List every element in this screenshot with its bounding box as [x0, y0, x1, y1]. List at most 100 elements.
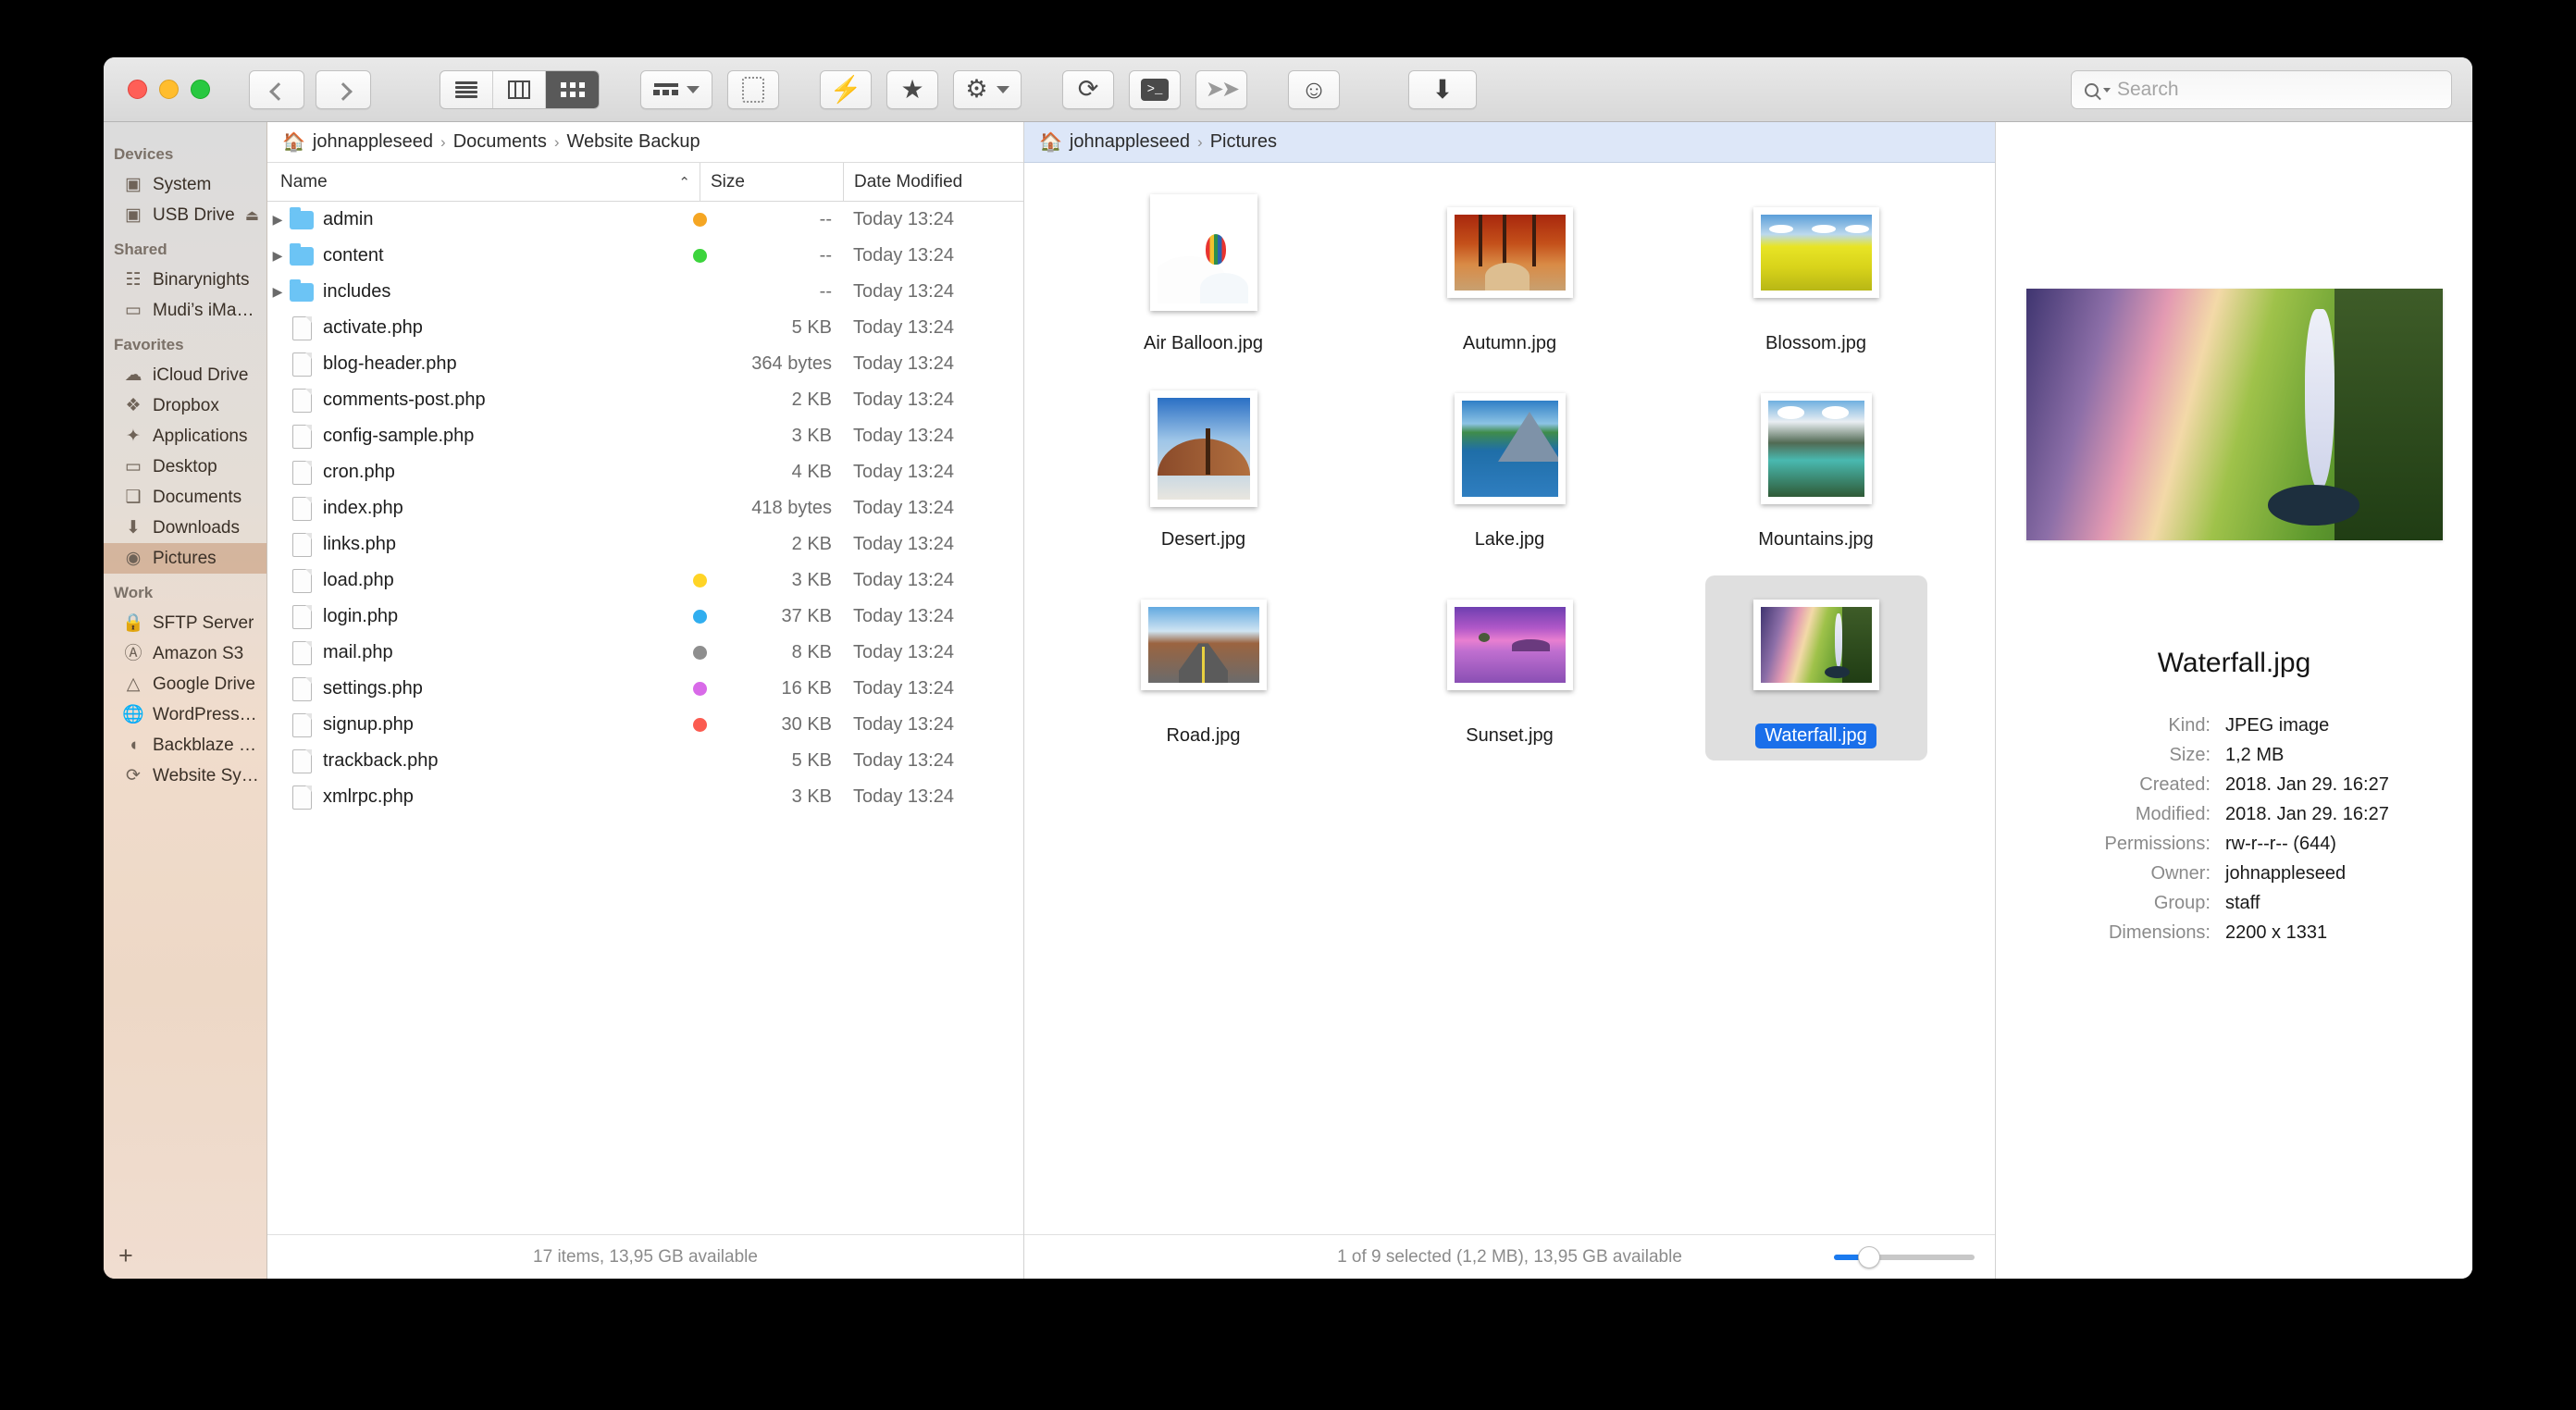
selection-button[interactable]: [727, 69, 779, 109]
grid-item[interactable]: Mountains.jpg: [1705, 379, 1927, 564]
sidebar-item-backblaze-b2[interactable]: ◖ Backblaze B2: [104, 730, 266, 761]
add-favorite-button[interactable]: +: [118, 1242, 133, 1270]
sidebar-item-applications[interactable]: ✦ Applications: [104, 421, 266, 451]
download-button[interactable]: ⬇: [1408, 69, 1477, 109]
breadcrumb-segment[interactable]: Website Backup: [567, 131, 700, 153]
view-mode-icon[interactable]: [546, 70, 599, 108]
table-row[interactable]: trackback.php 5 KB Today 13:24: [267, 743, 1023, 779]
sidebar-item-pictures[interactable]: ◉ Pictures: [104, 543, 266, 574]
grid-item[interactable]: Road.jpg: [1093, 575, 1315, 761]
grid-item[interactable]: Waterfall.jpg: [1704, 575, 1927, 761]
back-button[interactable]: [249, 69, 304, 109]
table-row[interactable]: load.php 3 KB Today 13:24: [267, 563, 1023, 599]
table-row[interactable]: config-sample.php 3 KB Today 13:24: [267, 418, 1023, 454]
grid-item[interactable]: Sunset.jpg: [1399, 575, 1621, 761]
inspector-value: 2018. Jan 29. 16:27: [2225, 774, 2389, 795]
maximize-button[interactable]: [191, 80, 210, 99]
close-button[interactable]: [128, 80, 147, 99]
breadcrumb-segment[interactable]: Pictures: [1210, 131, 1277, 153]
sidebar-item-usb-drive[interactable]: ▣ USB Drive ⏏: [104, 200, 266, 230]
table-row[interactable]: ▶ admin -- Today 13:24: [267, 202, 1023, 238]
file-name: blog-header.php: [323, 353, 457, 374]
table-row[interactable]: mail.php 8 KB Today 13:24: [267, 635, 1023, 671]
refresh-sync-icon: ⟳: [1077, 75, 1099, 103]
breadcrumb-segment[interactable]: Documents: [453, 131, 547, 153]
breadcrumb-segment[interactable]: johnappleseed: [313, 131, 433, 153]
terminal-button[interactable]: >_: [1129, 69, 1181, 109]
php-file-icon: [288, 388, 316, 413]
view-mode-list[interactable]: [440, 70, 493, 108]
file-name: links.php: [323, 534, 396, 554]
sidebar-item-website-synclet[interactable]: ⟳ Website Synclet: [104, 761, 266, 791]
column-header-date[interactable]: Date Modified: [843, 163, 1023, 201]
disclosure-triangle-icon[interactable]: ▶: [267, 284, 288, 300]
minimize-button[interactable]: [159, 80, 179, 99]
sidebar-item-dropbox[interactable]: ❖ Dropbox: [104, 390, 266, 421]
sidebar-item-label: Pictures: [153, 548, 217, 568]
search-field[interactable]: Search: [2071, 70, 2452, 109]
table-row[interactable]: ▶ content -- Today 13:24: [267, 238, 1023, 274]
grid-item-label: Mountains.jpg: [1758, 529, 1874, 550]
sidebar-item-system[interactable]: ▣ System: [104, 169, 266, 200]
table-row[interactable]: xmlrpc.php 3 KB Today 13:24: [267, 779, 1023, 815]
sync-button[interactable]: ⟳: [1062, 69, 1114, 109]
table-row[interactable]: login.php 37 KB Today 13:24: [267, 599, 1023, 635]
table-row[interactable]: cron.php 4 KB Today 13:24: [267, 454, 1023, 490]
eject-icon[interactable]: ⏏: [245, 206, 259, 225]
inspector-title: Waterfall.jpg: [2157, 648, 2311, 678]
table-row[interactable]: signup.php 30 KB Today 13:24: [267, 707, 1023, 743]
sidebar-item-desktop[interactable]: ▭ Desktop: [104, 451, 266, 482]
php-file-icon: [288, 352, 316, 377]
grid-item[interactable]: Desert.jpg: [1093, 379, 1315, 564]
sidebar-item-downloads[interactable]: ⬇ Downloads: [104, 513, 266, 543]
view-mode-column[interactable]: [493, 70, 546, 108]
file-name: settings.php: [323, 678, 423, 699]
grid-item[interactable]: Air Balloon.jpg: [1093, 183, 1315, 368]
compare-button[interactable]: ➤➤: [1195, 69, 1247, 109]
inspector-key: Permissions:: [2104, 834, 2211, 854]
quick-action-button[interactable]: ⚡: [820, 69, 872, 109]
sidebar-item-label: Dropbox: [153, 395, 219, 415]
disclosure-triangle-icon[interactable]: ▶: [267, 212, 288, 228]
sidebar-item-wordpress-site[interactable]: 🌐 WordPress Site: [104, 699, 266, 730]
grid-item[interactable]: Blossom.jpg: [1705, 183, 1927, 368]
disclosure-triangle-icon[interactable]: ▶: [267, 248, 288, 264]
grid-item[interactable]: Lake.jpg: [1399, 379, 1621, 564]
table-row[interactable]: links.php 2 KB Today 13:24: [267, 526, 1023, 563]
arrange-button[interactable]: [640, 69, 712, 109]
sidebar-item-mudi-s-imac-pro[interactable]: ▭ Mudi’s iMac Pro: [104, 295, 266, 326]
table-row[interactable]: blog-header.php 364 bytes Today 13:24: [267, 346, 1023, 382]
sidebar-item-google-drive[interactable]: △ Google Drive: [104, 669, 266, 699]
forward-button[interactable]: [316, 69, 371, 109]
inspector-row: Kind: JPEG image: [2020, 711, 2448, 740]
file-date: Today 13:24: [853, 317, 954, 338]
right-breadcrumb[interactable]: 🏠 johnappleseed › Pictures: [1024, 122, 1995, 163]
photo-frame: [1149, 194, 1257, 311]
sidebar-item-binarynights[interactable]: ☷ Binarynights: [104, 265, 266, 295]
grid-item[interactable]: Autumn.jpg: [1399, 183, 1621, 368]
favorites-button[interactable]: ★: [886, 69, 938, 109]
sidebar-item-amazon-s3[interactable]: Ⓐ Amazon S3: [104, 638, 266, 669]
sidebar-item-icloud-drive[interactable]: ☁ iCloud Drive: [104, 360, 266, 390]
sidebar-item-sftp-server[interactable]: 🔒 SFTP Server: [104, 608, 266, 638]
grid-item-label: Desert.jpg: [1160, 529, 1246, 550]
table-row[interactable]: ▶ includes -- Today 13:24: [267, 274, 1023, 310]
sidebar-item-label: Amazon S3: [153, 643, 244, 663]
table-row[interactable]: comments-post.php 2 KB Today 13:24: [267, 382, 1023, 418]
php-file-icon: [288, 424, 316, 449]
settings-button[interactable]: ⚙: [953, 69, 1022, 109]
breadcrumb-segment[interactable]: johnappleseed: [1070, 131, 1190, 153]
slider-knob[interactable]: [1858, 1245, 1880, 1268]
photo-frame: [1454, 393, 1566, 504]
column-header-size[interactable]: Size: [700, 163, 843, 201]
thumbnail-wrapper: [1149, 192, 1257, 313]
photo-frame: [1752, 207, 1879, 298]
table-row[interactable]: index.php 418 bytes Today 13:24: [267, 490, 1023, 526]
column-header-name[interactable]: Name ⌃: [267, 172, 700, 192]
table-row[interactable]: settings.php 16 KB Today 13:24: [267, 671, 1023, 707]
table-row[interactable]: activate.php 5 KB Today 13:24: [267, 310, 1023, 346]
tags-button[interactable]: ☺: [1288, 69, 1340, 109]
left-breadcrumb[interactable]: 🏠 johnappleseed › Documents › Website Backup: [267, 122, 1023, 163]
icon-size-slider[interactable]: [1834, 1245, 1975, 1268]
sidebar-item-documents[interactable]: ❑ Documents: [104, 482, 266, 513]
